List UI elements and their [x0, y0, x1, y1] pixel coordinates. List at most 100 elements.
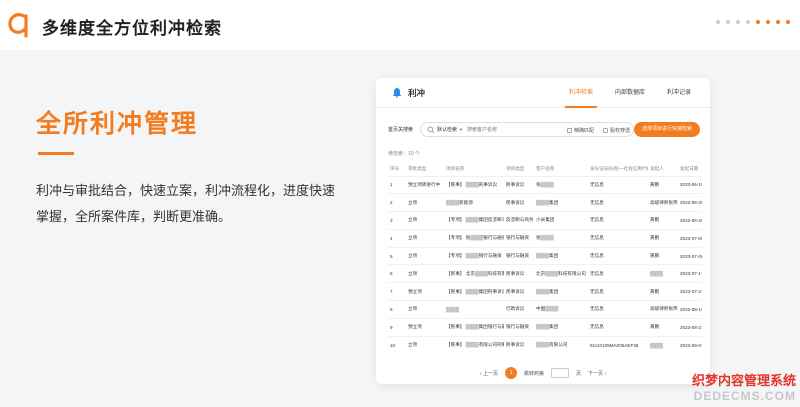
table-cell: 【民事】 ████集团银行与融资 [444, 317, 504, 337]
checkbox-box [603, 128, 608, 133]
page-jump-input[interactable] [551, 368, 569, 378]
search-mode-select[interactable]: 默认检索 ▼ [437, 126, 463, 133]
tab-internal-database[interactable]: 内部数据库 [604, 78, 656, 108]
table-cell: 【民事】 ████集团刑事诉讼 [444, 282, 504, 301]
column-header: 客户名称 [536, 165, 555, 171]
hero-description: 利冲与审批结合，快速立案，利冲流程化，进度快速掌握，全所案件库，判断更准确。 [36, 183, 336, 224]
table-cell: 立项 [406, 211, 444, 230]
table-cell: 银行与融资 [504, 317, 534, 337]
page-suffix: 页 [576, 370, 582, 377]
table-cell: 4 [388, 228, 406, 248]
search-label: 首页关搜索 [388, 127, 414, 133]
table-cell: ████集团 [534, 193, 588, 212]
table-row[interactable]: 5 立项 【专项】 ████银行与融资 银行与融资 ████集团 无信息 黄鹏 2023-07… [388, 246, 702, 265]
column-header: 项目类型 [506, 165, 525, 171]
tab-conflict-search[interactable]: 利冲检索 [558, 78, 604, 108]
equity-penetration-checkbox[interactable]: 股权穿透 [603, 127, 630, 134]
column-header: 发起日期 [680, 165, 699, 171]
slide-dots [716, 20, 790, 24]
table-cell: 无信息 [588, 193, 648, 212]
table-cell: ████ [648, 335, 678, 354]
table-cell: 9 [388, 317, 406, 337]
hero-divider [38, 152, 74, 155]
table-cell: 2023-08-16 [678, 300, 702, 319]
table-cell: 无信息 [588, 264, 648, 283]
search-box: 默认检索▼ 精确匹配 股权穿透 [420, 122, 634, 137]
watermark: 织梦内容管理系统 DEDECMS.COM [692, 370, 796, 403]
table-row[interactable]: 3立项【专项】 ████集团反垄断与商...反垄断与商务...小米集团无信息黄鹏… [388, 211, 702, 230]
table-cell: 无信息 [588, 246, 648, 265]
slide-dot[interactable] [746, 20, 750, 24]
slide-dot[interactable] [776, 20, 780, 24]
table-cell: 6 [388, 264, 406, 283]
table-cell: 民事诉讼 [504, 193, 534, 212]
table-cell: 北京████科技有限公司 [534, 264, 588, 283]
table-cell: 无信息 [588, 317, 648, 337]
table-cell: 2023-06-25 [678, 193, 702, 212]
table-cell: 2 [388, 193, 406, 212]
conflict-check-window: 利冲 利冲检索 内部数据库 利冲记录 首页关搜索 默认检索▼ 精确匹配 股权穿透 [376, 78, 710, 384]
table-cell: 7 [388, 282, 406, 301]
prev-page-button[interactable]: ‹ 上一页 [480, 370, 498, 377]
table-row[interactable]: 1 预立项转进行中 【民事】 ████刑事诉讼 民事诉讼 张████ 无信息 黄鹏 2023-… [388, 175, 702, 194]
slide-dot[interactable] [756, 20, 760, 24]
search-input[interactable] [467, 124, 547, 135]
table-cell: 1 [388, 175, 406, 194]
table-cell: 【民事】 北京████科技有限公... [444, 264, 504, 283]
slide-dot[interactable] [786, 20, 790, 24]
pending-count: 待检索：10 个 [388, 151, 420, 157]
table-row[interactable]: 6立项【民事】 北京████科技有限公...民事诉讼北京████科技有限公司无信… [388, 264, 702, 283]
table-cell: 预立项 [406, 317, 444, 337]
table-cell: 高级律师张伟 [648, 300, 678, 319]
table-cell: 黄鹏 [648, 282, 678, 301]
table-cell: 反垄断与商务... [504, 211, 534, 230]
prev-page-label: 上一页 [482, 370, 498, 377]
table-cell: 张████ [534, 175, 588, 194]
table-row[interactable]: 10立项【民事】 ████有限公司刑事诉讼民事诉讼████有限公司9111010… [388, 335, 702, 354]
table-row[interactable]: 9预立项【民事】 ████集团银行与融资银行与融资████集团无信息黄鹏2023… [388, 317, 702, 337]
next-page-button[interactable]: 下一页 › [588, 370, 606, 377]
table-row[interactable]: 2 立项 ████新能源 民事诉讼 ████集团 无信息 高级律师张伟 2023-06-25 [388, 193, 702, 212]
table-cell: 【民事】 ████刑事诉讼 [444, 175, 504, 194]
exact-match-checkbox[interactable]: 精确匹配 [567, 127, 594, 134]
slide-dot[interactable] [716, 20, 720, 24]
results-table: 序号 审批类型 项目名称 项目类型 客户名称 身份证号码/统一社会信用代码 发起人 发起日期 … [388, 162, 702, 354]
table-body: 1 预立项转进行中 【民事】 ████刑事诉讼 民事诉讼 张████ 无信息 黄鹏 2023-… [388, 175, 702, 354]
hero-title: 全所利冲管理 [36, 110, 199, 138]
table-row[interactable]: 7 预立项 【民事】 ████集团刑事诉讼 民事诉讼 ████集团 无信息 黄鹏 2023-0… [388, 282, 702, 301]
table-cell: 黄鹏 [648, 317, 678, 337]
jump-label: 跳转到第 [523, 370, 544, 377]
page-number-current[interactable]: 1 [504, 367, 517, 379]
table-cell: 3 [388, 211, 406, 230]
table-row[interactable]: 4 立项 【专项】 张████银行与融资 银行与融资 张████ 无信息 黄鹏 2023-07… [388, 228, 702, 248]
quick-search-button[interactable]: 选择项目进行快速检索 [634, 122, 700, 137]
window-title: 利冲 [408, 88, 426, 98]
table-cell: 黄鹏 [648, 175, 678, 194]
search-row: 首页关搜索 默认检索▼ 精确匹配 股权穿透 选择项目进行快速检索 [388, 122, 700, 138]
table-cell: 高级律师张伟 [648, 193, 678, 212]
table-cell: 2023-07-17 [678, 264, 702, 283]
table-cell: 银行与融资 [504, 246, 534, 265]
table-cell: 无信息 [588, 175, 648, 194]
table-cell: 【专项】 张████银行与融资 [444, 228, 504, 248]
table-cell: 10 [388, 335, 406, 354]
table-cell: 黄鹏 [648, 228, 678, 248]
slide-dot[interactable] [736, 20, 740, 24]
slide-dot[interactable] [766, 20, 770, 24]
column-header: 发起人 [650, 165, 664, 171]
table-cell: 2023-07-06 [678, 246, 702, 265]
slide-dot[interactable] [726, 20, 730, 24]
table-cell: 无信息 [588, 282, 648, 301]
table-row[interactable]: 8 立项 ████ 行政诉讼 中国████ 无信息 高级律师张伟 2023-08-16 [388, 300, 702, 319]
table-cell: ████集团 [534, 317, 588, 337]
table-cell: 黄鹏 [648, 246, 678, 265]
table-cell: 【民事】 ████有限公司刑事诉讼 [444, 335, 504, 354]
window-header: 利冲 利冲检索 内部数据库 利冲记录 [376, 78, 710, 108]
tab-conflict-records[interactable]: 利冲记录 [656, 78, 702, 108]
table-cell: 立项 [406, 300, 444, 319]
table-cell: 91110105MA005AEF36 [588, 335, 648, 354]
table-cell: 2023-09-07 [678, 335, 702, 354]
table-cell: 中国████ [534, 300, 588, 319]
brand-a-logo [8, 13, 28, 38]
table-cell: 黄鹏 [648, 211, 678, 230]
